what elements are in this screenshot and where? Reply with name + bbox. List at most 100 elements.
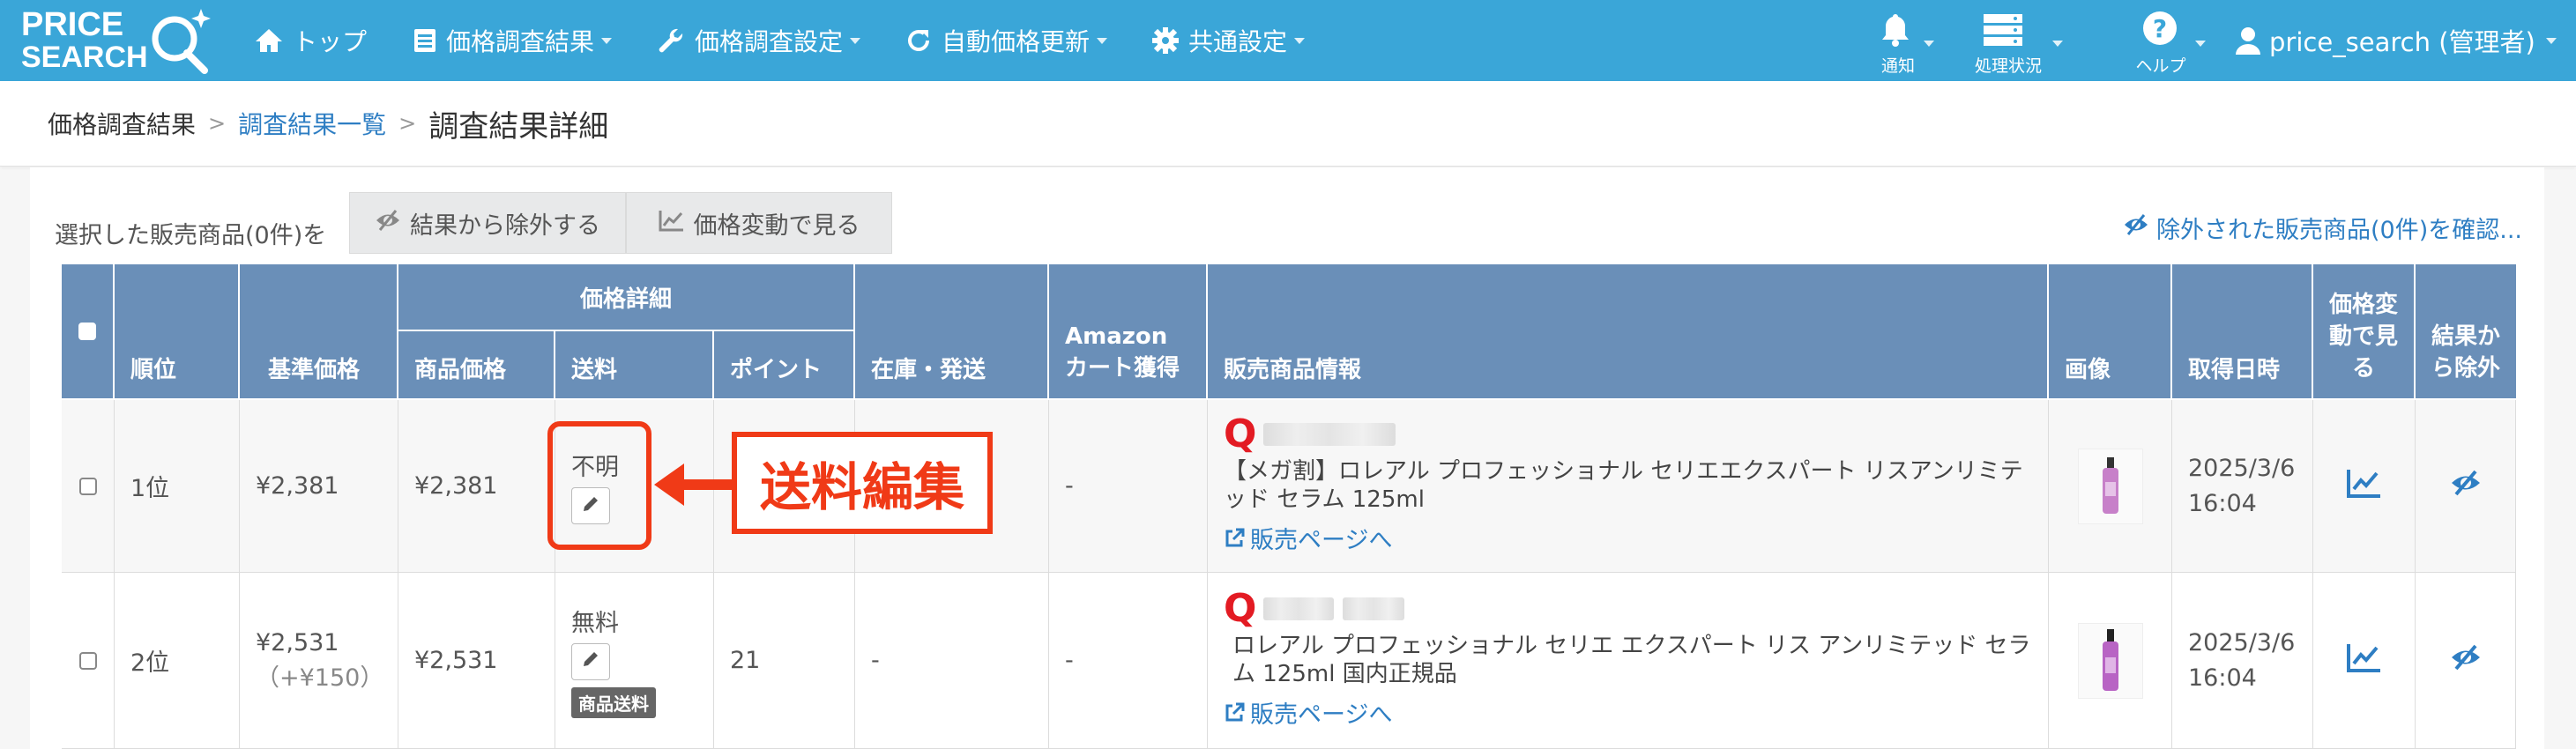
header-product-info-label: 販売商品情報 <box>1224 357 1362 383</box>
rank-value: 1位 <box>130 475 170 502</box>
table-cell: - <box>1049 573 1208 749</box>
svg-text:SEARCH: SEARCH <box>21 41 148 74</box>
breadcrumb-separator: > <box>208 111 227 136</box>
nav-results[interactable]: 価格調査結果 <box>413 0 613 81</box>
header-price-view-line1: 価格変 <box>2328 292 2398 318</box>
nav-auto-update[interactable]: 自動価格更新 <box>905 0 1108 81</box>
stock-value: - <box>871 647 880 674</box>
breadcrumb: 価格調査結果 > 調査結果一覧 > 調査結果詳細 <box>48 81 608 166</box>
nav-top-label: トップ <box>293 27 368 56</box>
nav-common-label: 共通設定 <box>1188 27 1288 56</box>
base-price-diff: （+¥150） <box>256 664 384 692</box>
header-shipping: 送料 <box>555 331 714 400</box>
gear-icon <box>1151 26 1180 55</box>
price-view-cell <box>2313 573 2416 749</box>
acquired-cell: 2025/3/6 16:04 <box>2172 573 2313 749</box>
excluded-link-label: 除外された販売商品(0件)を確認... <box>2156 216 2522 244</box>
blurred-seller-name <box>1263 597 1335 620</box>
nav-top[interactable]: トップ <box>254 0 367 81</box>
nav-settings[interactable]: 価格調査設定 <box>658 0 861 81</box>
header-point: ポイント <box>714 331 855 400</box>
server-icon <box>1984 14 2022 49</box>
help-icon: ? <box>2142 11 2178 49</box>
breadcrumb-root: 価格調査結果 <box>48 110 197 139</box>
nav-help-label: ヘルプ <box>2135 56 2186 76</box>
header-image-label: 画像 <box>2065 357 2111 383</box>
exclude-from-results-button[interactable]: 結果から除外する <box>349 192 626 254</box>
view-excluded-link[interactable]: 除外された販売商品(0件)を確認... <box>2123 208 2522 247</box>
acquired-cell: 2025/3/6 16:04 <box>2172 400 2313 573</box>
product-name: ロレアル プロフェッショナル セリエ エクスパート リス アンリミテッド セラム… <box>1232 633 2031 687</box>
acquired-date: 2025/3/6 <box>2188 628 2296 656</box>
price-search-logo[interactable]: PRICE SEARCH <box>19 5 213 74</box>
row-checkbox[interactable] <box>78 477 97 495</box>
item-price-value: ¥2,381 <box>414 472 498 500</box>
seller-logo: Q <box>1224 586 1257 631</box>
chevron-down-icon <box>601 37 613 44</box>
chevron-down-icon <box>1097 37 1108 44</box>
row2-select <box>62 573 115 749</box>
sale-page-link[interactable]: 販売ページへ <box>1224 695 1392 730</box>
price-view-cell <box>2313 400 2416 573</box>
shipping-cell: 無料 商品送料 <box>555 573 714 749</box>
table-cell: 1位 <box>115 400 240 573</box>
user-menu[interactable]: price_search (管理者) <box>2236 0 2557 81</box>
shipping-badge: 商品送料 <box>571 686 656 718</box>
chevron-down-icon <box>2545 37 2557 44</box>
nav-help[interactable]: ? ヘルプ <box>2125 7 2206 78</box>
header-price-detail-label: 価格詳細 <box>579 286 672 313</box>
base-price-value: ¥2,531 <box>256 628 339 656</box>
item-price-value: ¥2,531 <box>414 647 498 674</box>
header-rank-label: 順位 <box>130 357 177 383</box>
nav-common-settings[interactable]: 共通設定 <box>1151 0 1306 81</box>
nav-status-label: 処理状況 <box>1974 56 2042 76</box>
product-thumbnail[interactable] <box>2077 622 2143 699</box>
exclude-cell <box>2416 573 2516 749</box>
eye-slash-icon[interactable] <box>2450 644 2482 677</box>
header-price-detail: 価格詳細 <box>398 264 855 331</box>
amazon-value: - <box>1065 647 1074 674</box>
annotation-label: 送料編集 <box>732 432 993 534</box>
header-acquired: 取得日時 <box>2172 264 2313 400</box>
exclude-button-label: 結果から除外する <box>410 211 600 240</box>
breadcrumb-list-link[interactable]: 調査結果一覧 <box>238 106 386 141</box>
wrench-icon <box>658 26 686 55</box>
line-chart-icon[interactable] <box>2346 468 2382 504</box>
base-price-value: ¥2,381 <box>256 472 339 500</box>
refresh-icon <box>905 26 933 55</box>
sale-link-label: 販売ページへ <box>1250 701 1393 729</box>
product-name: 【メガ割】ロレアル プロフェッショナル セリエエクスパート リスアンリミテッド … <box>1224 458 2023 513</box>
user-name: price_search (管理者) <box>2269 27 2535 57</box>
view-price-change-button[interactable]: 価格変動で見る <box>626 192 892 254</box>
breadcrumb-separator: > <box>398 111 417 136</box>
header-product-info: 販売商品情報 <box>1208 264 2049 400</box>
chevron-down-icon <box>2195 41 2206 47</box>
edit-shipping-button[interactable] <box>571 642 610 680</box>
sale-page-link[interactable]: 販売ページへ <box>1224 521 1392 555</box>
header-item-price-label: 商品価格 <box>414 357 507 383</box>
nav-results-label: 価格調査結果 <box>446 27 595 56</box>
table-cell: 21 <box>714 573 855 749</box>
header-image: 画像 <box>2049 264 2172 400</box>
row-checkbox[interactable] <box>78 651 97 670</box>
eye-slash-icon[interactable] <box>2450 470 2482 502</box>
header-amazon-line1: Amazon <box>1065 323 1168 350</box>
row1-select <box>62 400 115 573</box>
header-price-view: 価格変 動で見 る <box>2313 264 2416 400</box>
product-thumbnail[interactable] <box>2077 448 2143 524</box>
header-exclude-line1: 結果か <box>2431 323 2500 350</box>
header-amazon-line2: カート獲得 <box>1065 355 1180 382</box>
nav-notify[interactable]: 通知 <box>1867 7 1934 78</box>
top-navbar: PRICE SEARCH トップ 価格調査結果 価格調査設定 自動価格更新 共通… <box>0 0 2576 81</box>
line-chart-icon[interactable] <box>2346 642 2382 679</box>
header-base-price-label: 基準価格 <box>268 357 361 383</box>
annotation-arrow <box>654 458 733 515</box>
acquired-time: 16:04 <box>2188 489 2257 517</box>
external-link-icon <box>1224 702 1245 723</box>
chevron-down-icon <box>850 37 861 44</box>
header-shipping-label: 送料 <box>571 357 618 383</box>
nav-status[interactable]: 処理状況 <box>1964 7 2063 78</box>
select-all-checkbox[interactable] <box>78 323 96 340</box>
home-icon <box>254 27 284 54</box>
bell-icon <box>1880 12 1911 51</box>
